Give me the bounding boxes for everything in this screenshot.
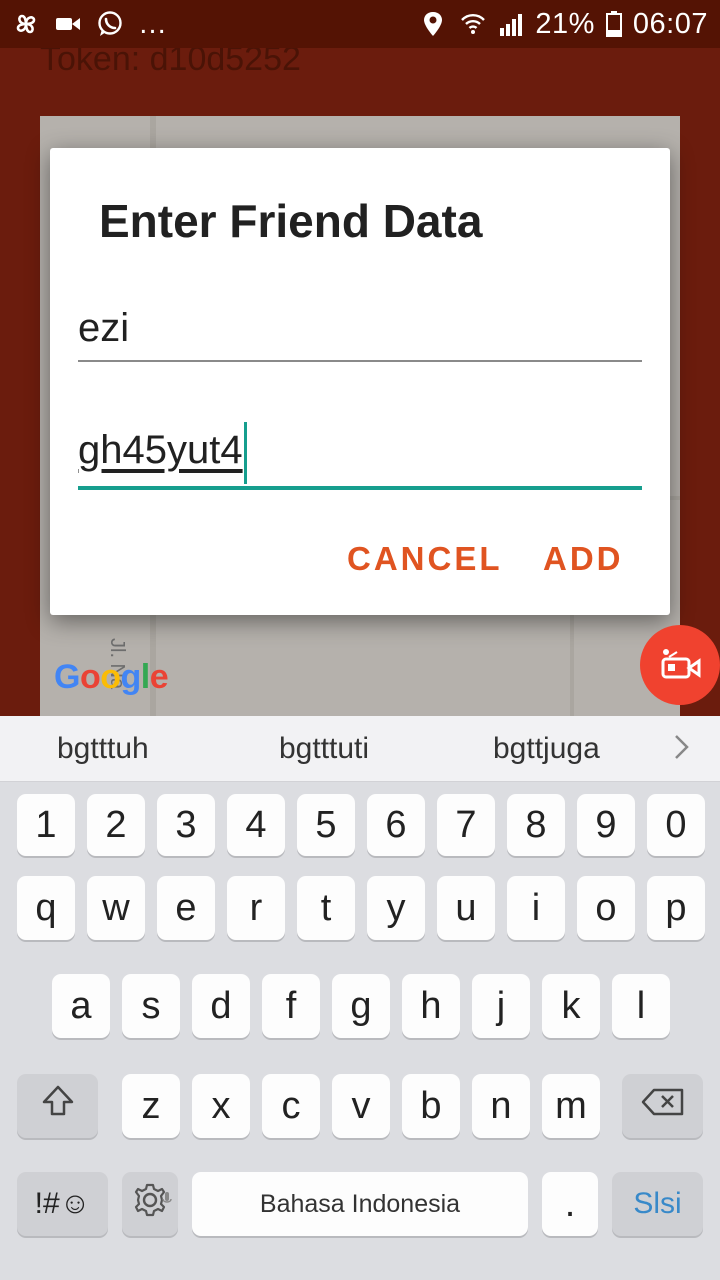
dialog-title: Enter Friend Data [99,195,483,247]
suggestion-2[interactable]: bgtttuti [279,732,369,766]
space-key[interactable]: Bahasa Indonesia [192,1172,528,1236]
key-c[interactable]: c [262,1074,320,1138]
key-6[interactable]: 6 [367,794,425,856]
more-notifications-icon: … [138,7,168,40]
key-k[interactable]: k [542,974,600,1038]
key-4[interactable]: 4 [227,794,285,856]
key-j[interactable]: j [472,974,530,1038]
text-cursor [243,421,247,484]
key-f[interactable]: f [262,974,320,1038]
pinwheel-icon [12,10,40,38]
suggestion-bar: bgtttuh bgtttuti bgttjuga [0,716,720,782]
key-g[interactable]: g [332,974,390,1038]
key-w[interactable]: w [87,876,145,940]
enter-friend-dialog: Enter Friend Data gh45yut4 CANCEL ADD [50,148,670,615]
key-r[interactable]: r [227,876,285,940]
screen-record-button[interactable] [640,625,720,705]
key-7[interactable]: 7 [437,794,495,856]
done-key[interactable]: Slsi [612,1172,703,1236]
suggestion-1[interactable]: bgtttuh [57,732,149,766]
key-y[interactable]: y [367,876,425,940]
backspace-key[interactable] [622,1074,703,1138]
key-9[interactable]: 9 [577,794,635,856]
microphone-icon [162,1174,172,1217]
key-8[interactable]: 8 [507,794,565,856]
add-button[interactable]: ADD [543,540,624,578]
chevron-right-icon[interactable] [672,732,692,767]
google-logo: Google [54,658,169,696]
key-t[interactable]: t [297,876,355,940]
key-x[interactable]: x [192,1074,250,1138]
settings-key[interactable] [122,1172,178,1236]
friend-token-input[interactable]: gh45yut4 [78,428,243,473]
friend-name-input[interactable] [78,306,642,351]
key-v[interactable]: v [332,1074,390,1138]
suggestion-3[interactable]: bgttjuga [493,732,600,766]
key-5[interactable]: 5 [297,794,355,856]
key-m[interactable]: m [542,1074,600,1138]
key-n[interactable]: n [472,1074,530,1138]
cancel-button[interactable]: CANCEL [347,540,503,578]
key-p[interactable]: p [647,876,705,940]
key-2[interactable]: 2 [87,794,145,856]
key-s[interactable]: s [122,974,180,1038]
whatsapp-icon [96,10,124,38]
friend-token-field[interactable]: gh45yut4 [78,418,642,490]
friend-name-field[interactable] [78,298,642,362]
video-recorder-icon [657,643,703,688]
shift-arrow-icon [38,1081,78,1131]
key-l[interactable]: l [612,974,670,1038]
signal-icon [497,10,525,38]
soft-keyboard: bgtttuh bgtttuti bgttjuga 1 2 3 4 5 6 7 … [0,716,720,1280]
backspace-icon [640,1085,686,1128]
key-e[interactable]: e [157,876,215,940]
video-camera-icon [54,10,82,38]
key-u[interactable]: u [437,876,495,940]
key-o[interactable]: o [577,876,635,940]
key-i[interactable]: i [507,876,565,940]
symbols-key[interactable]: !#☺ [17,1172,108,1236]
key-1[interactable]: 1 [17,794,75,856]
key-3[interactable]: 3 [157,794,215,856]
key-q[interactable]: q [17,876,75,940]
battery-percent: 21% [535,7,595,40]
status-bar: … 21% 06:07 [0,0,720,48]
key-0[interactable]: 0 [647,794,705,856]
key-z[interactable]: z [122,1074,180,1138]
shift-key[interactable] [17,1074,98,1138]
period-key[interactable]: . [542,1172,598,1236]
wifi-icon [459,10,487,38]
location-icon [421,10,449,38]
battery-icon [605,10,623,38]
key-d[interactable]: d [192,974,250,1038]
key-a[interactable]: a [52,974,110,1038]
clock: 06:07 [632,7,708,40]
key-b[interactable]: b [402,1074,460,1138]
key-h[interactable]: h [402,974,460,1038]
token-label: Token: d10d5252 [40,48,301,78]
